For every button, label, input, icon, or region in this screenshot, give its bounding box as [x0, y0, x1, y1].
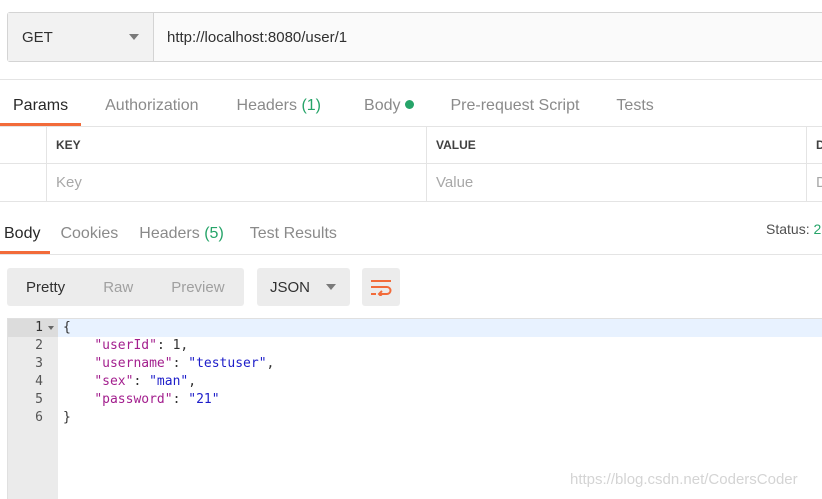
request-bar: GET http://localhost:8080/user/1: [7, 12, 822, 62]
response-tab-body[interactable]: Body: [0, 214, 51, 254]
tab-label: Body: [364, 97, 401, 114]
preview-button[interactable]: Preview: [152, 279, 243, 296]
line-number: 3: [35, 356, 43, 371]
format-select[interactable]: JSON: [257, 268, 350, 306]
chevron-down-icon: [129, 34, 139, 40]
format-label: JSON: [270, 278, 311, 296]
view-mode-group: Pretty Raw Preview: [7, 268, 244, 306]
code-line: 5 "password": "21": [8, 391, 822, 409]
json-punctuation: ,: [188, 374, 197, 389]
chevron-down-icon: [326, 284, 336, 290]
status-label: Status:: [766, 221, 810, 237]
response-tabs: Body Cookies Headers (5) Test Results: [0, 214, 347, 254]
column-header-value: VALUE: [426, 126, 806, 163]
tab-params[interactable]: Params: [0, 86, 82, 126]
watermark: https://blog.csdn.net/CodersCoder: [570, 471, 798, 488]
line-number: 2: [35, 338, 43, 353]
response-tab-headers[interactable]: Headers (5): [129, 214, 234, 254]
method-select[interactable]: GET: [8, 13, 154, 61]
tab-label: Params: [13, 97, 69, 114]
code-line: 1{: [8, 319, 822, 337]
divider: [0, 79, 822, 80]
json-punctuation: :: [133, 374, 150, 389]
tab-headers[interactable]: Headers (1): [224, 86, 335, 126]
json-string: "21": [188, 392, 220, 407]
code-text: "userId": 1,: [63, 337, 188, 355]
tab-label: Cookies: [60, 225, 119, 242]
code-text: "password": "21": [63, 391, 220, 409]
wrap-lines-button[interactable]: [362, 268, 400, 306]
json-punctuation: [63, 374, 94, 389]
method-label: GET: [22, 28, 53, 46]
pretty-button[interactable]: Pretty: [7, 279, 84, 296]
tab-tests[interactable]: Tests: [603, 86, 666, 126]
code-line: 2 "userId": 1,: [8, 337, 822, 355]
column-header-description: D: [806, 126, 822, 163]
tab-label: Test Results: [249, 225, 337, 242]
line-number: 4: [35, 374, 43, 389]
tab-authorization[interactable]: Authorization: [92, 86, 211, 126]
json-punctuation: [63, 356, 94, 371]
json-punctuation: ,: [266, 356, 275, 371]
code-text: "username": "testuser",: [63, 355, 274, 373]
json-key: "password": [94, 392, 173, 407]
code-line: 4 "sex": "man",: [8, 373, 822, 391]
json-punctuation: {: [63, 320, 71, 335]
json-punctuation: :: [172, 392, 189, 407]
tab-body[interactable]: Body: [351, 86, 427, 126]
json-key: "sex": [94, 374, 134, 389]
tab-label: Pre-request Script: [450, 97, 580, 114]
column-header-key: KEY: [46, 126, 426, 163]
url-input[interactable]: http://localhost:8080/user/1: [154, 13, 822, 61]
raw-button[interactable]: Raw: [84, 279, 152, 296]
line-number: 5: [35, 392, 43, 407]
divider: [0, 254, 822, 255]
tab-pre-request-script[interactable]: Pre-request Script: [437, 86, 592, 126]
code-text: }: [63, 409, 71, 427]
json-punctuation: : 1,: [156, 338, 189, 353]
tab-label: Headers: [236, 97, 297, 114]
wrap-lines-icon: [371, 280, 392, 296]
key-input[interactable]: Key: [46, 164, 426, 201]
json-punctuation: [63, 338, 94, 353]
request-tabs: Params Authorization Headers (1) Body Pr…: [0, 86, 822, 126]
code-line: 3 "username": "testuser",: [8, 355, 822, 373]
response-tab-cookies[interactable]: Cookies: [50, 214, 128, 254]
code-text: {: [63, 319, 71, 337]
code-text: "sex": "man",: [63, 373, 196, 391]
json-string: "testuser": [188, 356, 267, 371]
params-table: KEY VALUE D Key Value D: [0, 126, 822, 202]
json-key: "userId": [94, 338, 157, 353]
json-punctuation: }: [63, 410, 71, 425]
fold-arrow-icon[interactable]: [48, 326, 54, 330]
tab-label: Body: [4, 225, 41, 242]
description-input[interactable]: D: [806, 164, 822, 201]
status-indicator: Status: 2: [766, 221, 821, 237]
tab-label: Tests: [616, 97, 654, 114]
code-line: 6}: [8, 409, 822, 427]
table-row: Key Value D: [0, 164, 822, 202]
tab-label: Headers: [139, 225, 200, 242]
json-string: "man": [149, 374, 189, 389]
json-punctuation: [63, 392, 94, 407]
json-punctuation: :: [172, 356, 189, 371]
headers-count: (5): [204, 225, 224, 242]
line-number: 6: [35, 410, 43, 425]
json-key: "username": [94, 356, 173, 371]
tab-label: Authorization: [105, 97, 199, 114]
value-input[interactable]: Value: [426, 164, 806, 201]
body-indicator-dot: [405, 100, 415, 109]
table-header-row: KEY VALUE D: [0, 126, 822, 164]
response-tab-test-results[interactable]: Test Results: [240, 214, 347, 254]
headers-count: (1): [301, 97, 322, 114]
status-value: 2: [813, 221, 822, 237]
